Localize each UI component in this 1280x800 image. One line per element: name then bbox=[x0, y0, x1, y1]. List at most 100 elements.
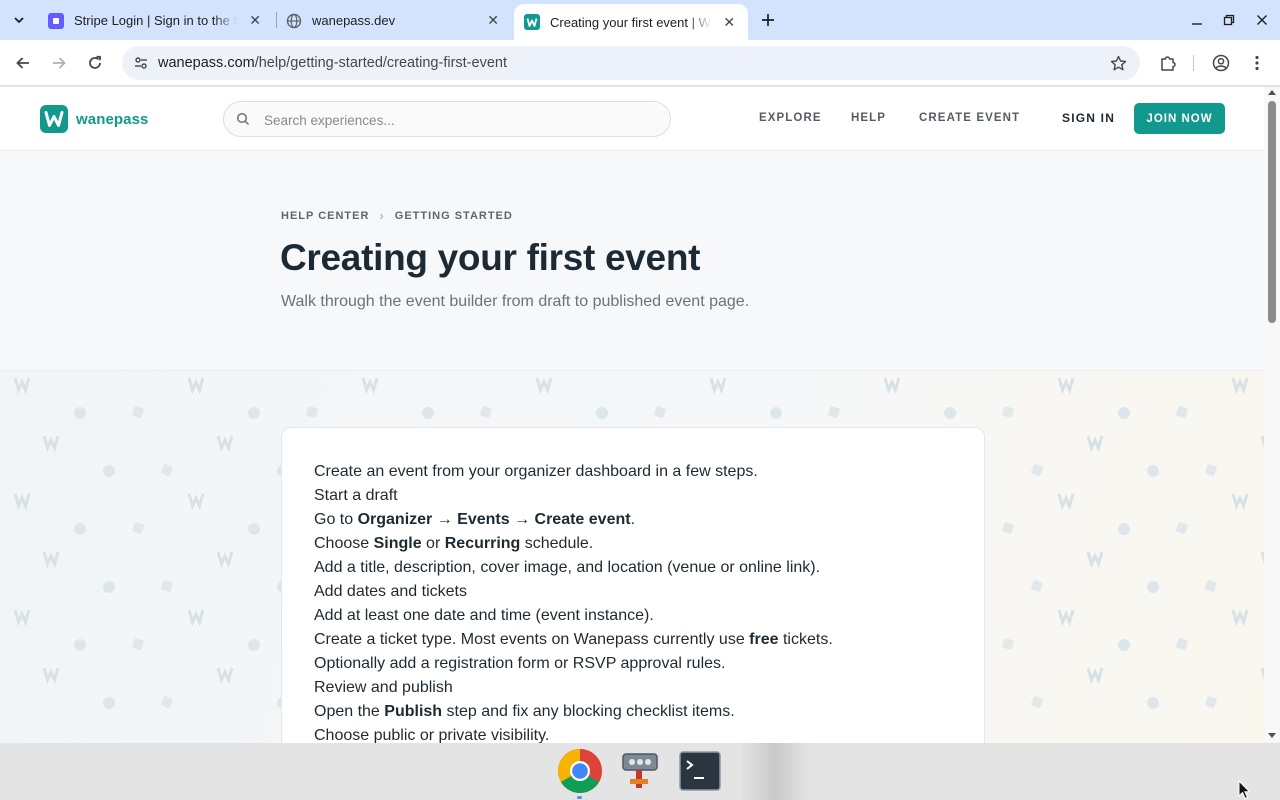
pattern-glyph bbox=[103, 697, 115, 709]
article-text: Go to bbox=[314, 511, 358, 528]
url-host: wanepass.com bbox=[158, 55, 255, 71]
address-bar[interactable]: wanepass.com/help/getting-started/creati… bbox=[122, 46, 1140, 80]
article-text: Choose bbox=[314, 535, 374, 552]
article-line: Add dates and tickets bbox=[314, 580, 954, 604]
close-window-button[interactable] bbox=[1252, 10, 1272, 30]
extensions-button[interactable] bbox=[1157, 52, 1179, 74]
pattern-glyph bbox=[103, 465, 115, 477]
reload-button[interactable] bbox=[83, 51, 107, 75]
pattern-glyph bbox=[1147, 697, 1159, 709]
pattern-glyph bbox=[42, 551, 60, 569]
breadcrumb-getting-started[interactable]: GETTING STARTED bbox=[395, 210, 513, 222]
article-body: Create an event from your organizer dash… bbox=[314, 460, 954, 743]
pattern-glyph bbox=[1118, 523, 1130, 535]
article-text: schedule. bbox=[520, 535, 594, 552]
tab-wanepass-dev[interactable]: wanepass.dev ✕ bbox=[276, 5, 512, 36]
active-app-indicator bbox=[577, 796, 582, 799]
site-settings-icon[interactable] bbox=[132, 54, 150, 72]
site-header: wanepass EXPLORE HELP CREATE EVENT SIGN … bbox=[0, 87, 1264, 151]
pattern-glyph bbox=[1118, 407, 1130, 419]
article-emphasis: Organizer → Events → Create event bbox=[357, 511, 631, 528]
pattern-glyph bbox=[1205, 696, 1217, 708]
article-line: Go to Organizer → Events → Create event. bbox=[314, 508, 954, 532]
profile-button[interactable] bbox=[1210, 52, 1232, 74]
article-text: Add a title, description, cover image, a… bbox=[314, 559, 821, 576]
nav-explore[interactable]: EXPLORE bbox=[759, 112, 822, 124]
page-subtitle: Walk through the event builder from draf… bbox=[281, 293, 750, 310]
minimize-icon bbox=[1192, 23, 1202, 25]
restore-button[interactable] bbox=[1219, 10, 1239, 30]
toolbar-divider bbox=[1193, 55, 1194, 71]
tab-search-button[interactable] bbox=[6, 7, 32, 33]
pattern-glyph bbox=[42, 667, 60, 685]
chrome-icon[interactable] bbox=[556, 747, 604, 795]
pattern-glyph bbox=[74, 523, 86, 535]
article-emphasis: Publish bbox=[384, 703, 443, 720]
article-line: Create an event from your organizer dash… bbox=[314, 460, 954, 484]
pattern-glyph bbox=[596, 407, 608, 419]
article-emphasis: free bbox=[749, 631, 779, 648]
close-icon[interactable]: ✕ bbox=[720, 13, 738, 31]
pattern-glyph bbox=[361, 377, 379, 395]
tab-title: Creating your first event | Wanepass bbox=[550, 14, 712, 30]
scrollbar-thumb[interactable] bbox=[1268, 101, 1276, 323]
nav-create-event[interactable]: CREATE EVENT bbox=[919, 112, 1020, 124]
pattern-glyph bbox=[1176, 406, 1188, 418]
logo-text: wanepass bbox=[76, 110, 149, 128]
chrome-menu-button[interactable] bbox=[1246, 52, 1268, 74]
browser-toolbar: wanepass.com/help/getting-started/creati… bbox=[0, 40, 1280, 86]
pattern-glyph bbox=[1086, 551, 1104, 569]
pattern-glyph bbox=[13, 377, 31, 395]
forward-button[interactable] bbox=[47, 51, 71, 75]
url-text[interactable]: wanepass.com/help/getting-started/creati… bbox=[158, 55, 507, 71]
sign-in-link[interactable]: SIGN IN bbox=[1062, 111, 1115, 125]
pattern-glyph bbox=[161, 696, 173, 708]
chevron-right-icon: › bbox=[379, 208, 385, 223]
bookmark-star-icon[interactable] bbox=[1108, 53, 1128, 73]
close-icon[interactable]: ✕ bbox=[246, 12, 264, 30]
site-logo[interactable]: wanepass bbox=[40, 105, 149, 133]
scroll-down-arrow-icon[interactable] bbox=[1268, 733, 1276, 738]
breadcrumb-help-center[interactable]: HELP CENTER bbox=[281, 210, 369, 222]
terminal-icon[interactable] bbox=[676, 747, 724, 795]
network-tool-icon[interactable] bbox=[616, 747, 664, 795]
pattern-glyph bbox=[248, 407, 260, 419]
pattern-glyph bbox=[103, 581, 115, 593]
pattern-glyph bbox=[1147, 581, 1159, 593]
tab-strip: Stripe Login | Sign in to the Stripe Das… bbox=[0, 0, 1280, 40]
puzzle-icon bbox=[1161, 56, 1176, 71]
tab-creating-first-event[interactable]: Creating your first event | Wanepass ✕ bbox=[514, 4, 748, 40]
scroll-up-arrow-icon[interactable] bbox=[1268, 90, 1276, 95]
pattern-glyph bbox=[187, 609, 205, 627]
pattern-glyph bbox=[828, 406, 840, 418]
article-text: Open the bbox=[314, 703, 385, 720]
article-text: Create a ticket type. Most events on Wan… bbox=[314, 631, 750, 648]
pattern-glyph bbox=[74, 639, 86, 651]
breadcrumb: HELP CENTER › GETTING STARTED bbox=[281, 208, 513, 223]
pattern-glyph bbox=[187, 377, 205, 395]
pattern-glyph bbox=[74, 407, 86, 419]
pattern-glyph bbox=[1057, 377, 1075, 395]
article-text: Review and publish bbox=[314, 679, 453, 696]
pattern-glyph bbox=[1118, 639, 1130, 651]
pattern-glyph bbox=[1205, 580, 1217, 592]
close-icon[interactable]: ✕ bbox=[484, 12, 502, 30]
minimize-button[interactable] bbox=[1187, 10, 1207, 30]
join-now-button[interactable]: JOIN NOW bbox=[1134, 103, 1225, 134]
tab-stripe-login[interactable]: Stripe Login | Sign in to the Stripe Das… bbox=[38, 5, 274, 36]
pattern-glyph bbox=[132, 522, 144, 534]
nav-help[interactable]: HELP bbox=[851, 112, 886, 124]
pattern-glyph bbox=[1176, 638, 1188, 650]
pattern-glyph bbox=[1086, 667, 1104, 685]
pattern-glyph bbox=[161, 580, 173, 592]
page-scrollbar[interactable] bbox=[1264, 87, 1280, 743]
site-search-box[interactable] bbox=[223, 101, 671, 137]
new-tab-button[interactable] bbox=[756, 8, 780, 32]
pattern-glyph bbox=[944, 407, 956, 419]
pattern-glyph bbox=[13, 493, 31, 511]
search-input[interactable] bbox=[264, 110, 644, 130]
tab-title: wanepass.dev bbox=[312, 13, 396, 28]
back-button[interactable] bbox=[11, 51, 35, 75]
tab-title: Stripe Login | Sign in to the Stripe Das… bbox=[74, 13, 239, 28]
pattern-glyph bbox=[187, 493, 205, 511]
